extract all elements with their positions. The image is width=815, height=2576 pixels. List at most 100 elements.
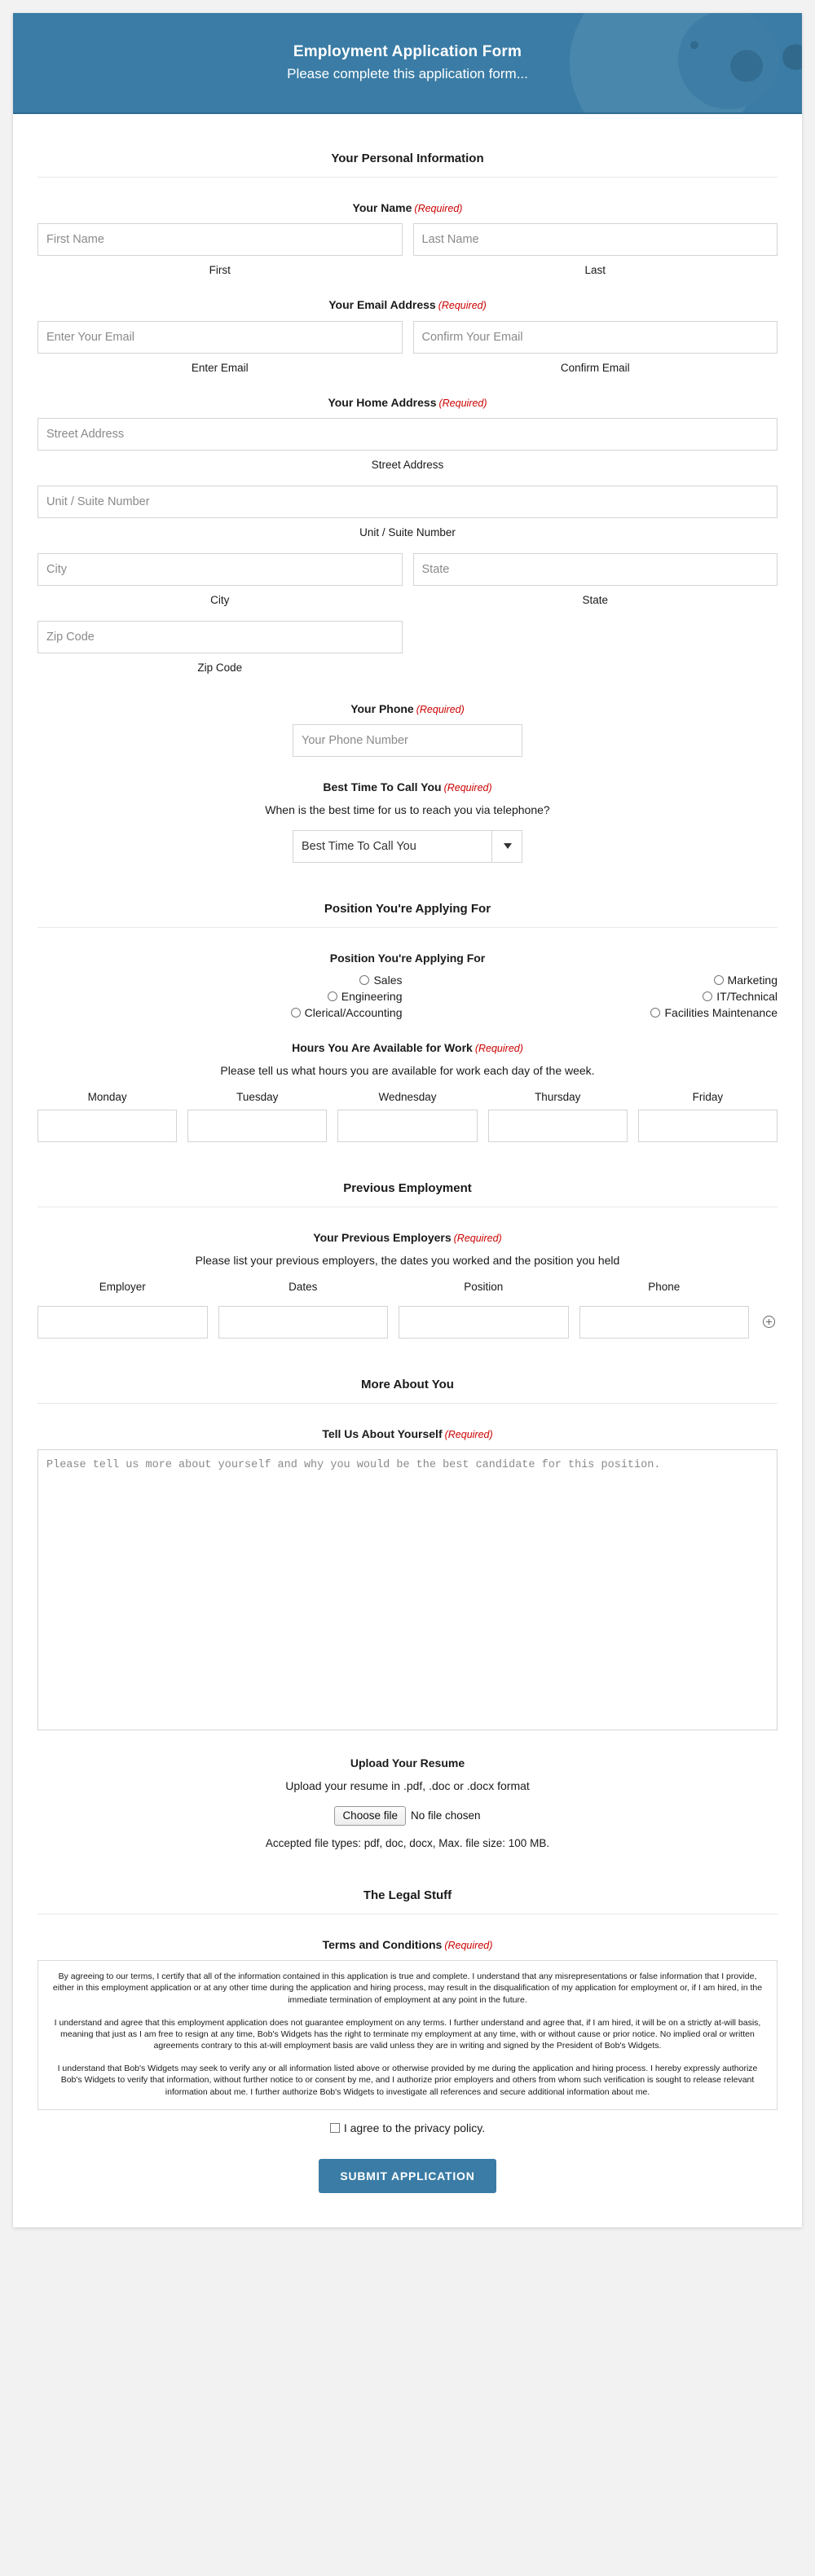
checkbox-icon[interactable]: [329, 2122, 340, 2133]
first-name-sublabel: First: [209, 264, 231, 277]
label-previous-employers-text: Your Previous Employers: [313, 1230, 452, 1244]
privacy-policy-agree-row[interactable]: I agree to the privacy policy.: [37, 2121, 778, 2134]
phone-input-wrap: [293, 724, 522, 757]
state-input[interactable]: [412, 552, 778, 586]
confirm-email-col: Confirm Email: [412, 320, 778, 374]
hours-cell-wednesday: Wednesday: [337, 1091, 478, 1142]
field-upload-resume: Upload Your Resume Upload your resume in…: [37, 1756, 778, 1849]
radio-circle-icon[interactable]: [713, 975, 724, 986]
position-radio-grid: Sales Engineering Clerical/Accounting Ma…: [37, 974, 778, 1019]
state-sublabel: State: [582, 593, 609, 606]
radio-label: Facilities Maintenance: [664, 1006, 778, 1020]
field-hours-available: Hours You Are Available for Work (Require…: [37, 1040, 778, 1142]
phone-input[interactable]: [293, 724, 522, 757]
last-name-col: Last: [412, 223, 778, 276]
hours-input-wednesday[interactable]: [337, 1109, 478, 1142]
street-address-input[interactable]: [37, 417, 778, 451]
terms-scroll-box[interactable]: By agreeing to our terms, I certify that…: [37, 1960, 778, 2110]
street-address-sublabel: Street Address: [371, 458, 444, 471]
required-tag: (Required): [443, 782, 492, 793]
required-tag: (Required): [444, 1428, 493, 1440]
first-name-input[interactable]: [37, 223, 403, 257]
confirm-email-input[interactable]: [412, 320, 778, 354]
confirm-email-sublabel: Confirm Email: [560, 361, 630, 374]
radio-option-it-technical[interactable]: IT/Technical: [703, 990, 778, 1003]
employer-phone-input[interactable]: [579, 1305, 749, 1339]
employer-position-input[interactable]: [399, 1305, 569, 1339]
zip-col: Zip Code: [37, 620, 403, 674]
required-tag: (Required): [474, 1043, 523, 1055]
radio-circle-icon[interactable]: [290, 1008, 301, 1018]
label-your-phone-text: Your Phone: [350, 701, 414, 715]
add-employer-row-button[interactable]: [760, 1316, 778, 1329]
radio-option-sales[interactable]: Sales: [359, 974, 403, 987]
label-your-email-text: Your Email Address: [328, 298, 436, 312]
radio-circle-icon[interactable]: [650, 1008, 661, 1018]
file-upload-control[interactable]: Choose file No file chosen: [37, 1805, 778, 1826]
form-body: Your Personal Information Your Name (Requ…: [13, 114, 802, 2193]
upload-file-note: Accepted file types: pdf, doc, docx, Max…: [265, 1836, 550, 1849]
terms-paragraph: I understand and agree that this employm…: [54, 2017, 761, 2051]
hours-input-friday[interactable]: [637, 1109, 778, 1142]
hours-cell-monday: Monday: [37, 1091, 178, 1142]
section-heading-position: Position You're Applying For: [37, 902, 778, 928]
label-hours-available-text: Hours You Are Available for Work: [292, 1041, 473, 1055]
column-header-position: Position: [464, 1280, 504, 1293]
field-position-applying-for: Position You're Applying For Sales Engin…: [37, 951, 778, 1019]
section-heading-previous-employment: Previous Employment: [37, 1181, 778, 1207]
day-header: Thursday: [535, 1090, 581, 1103]
best-time-select-value[interactable]: Best Time To Call You: [293, 829, 522, 863]
employer-name-input[interactable]: [37, 1305, 208, 1339]
label-your-email: Your Email Address (Required): [37, 297, 778, 312]
radio-circle-icon[interactable]: [703, 991, 713, 1002]
section-heading-more-about-you: More About You: [37, 1378, 778, 1404]
hours-input-monday[interactable]: [37, 1109, 178, 1142]
city-input[interactable]: [37, 552, 403, 586]
hours-cell-thursday: Thursday: [487, 1090, 628, 1142]
required-tag: (Required): [444, 1939, 493, 1951]
hours-day-grid: Monday Tuesday Wednesday Thursday Friday: [37, 1091, 778, 1142]
radio-circle-icon[interactable]: [327, 991, 337, 1002]
field-previous-employers: Your Previous Employers (Required) Please…: [37, 1230, 778, 1339]
submit-row: SUBMIT APPLICATION: [37, 2158, 778, 2193]
plus-circle-icon[interactable]: [762, 1316, 775, 1329]
radio-option-facilities-maintenance[interactable]: Facilities Maintenance: [650, 1006, 778, 1019]
employer-name-cell: [37, 1305, 208, 1339]
email-input[interactable]: [37, 320, 403, 354]
hours-input-tuesday[interactable]: [187, 1109, 328, 1142]
submit-application-button[interactable]: SUBMIT APPLICATION: [319, 2158, 496, 2193]
hours-description: Please tell us what hours you are availa…: [220, 1064, 595, 1078]
choose-file-button[interactable]: Choose file: [334, 1805, 406, 1826]
radio-label: IT/Technical: [716, 990, 778, 1004]
previous-employers-description: Please list your previous employers, the…: [195, 1254, 620, 1268]
radio-label: Engineering: [341, 990, 403, 1004]
day-header: Friday: [692, 1090, 724, 1103]
radio-label: Clerical/Accounting: [304, 1006, 403, 1020]
field-your-email: Your Email Address(Required) Enter Email…: [37, 297, 778, 374]
chevron-down-icon[interactable]: [491, 829, 522, 863]
employer-phone-cell: [579, 1305, 749, 1339]
radio-circle-icon[interactable]: [359, 975, 370, 986]
radio-option-marketing[interactable]: Marketing: [713, 974, 778, 987]
employer-row: [37, 1305, 778, 1339]
employer-dates-input[interactable]: [218, 1305, 388, 1339]
field-tell-us-about-yourself: Tell Us About Yourself (Required): [37, 1426, 778, 1734]
last-name-input[interactable]: [412, 223, 778, 257]
required-tag: (Required): [438, 300, 487, 312]
label-home-address: Your Home Address (Required): [37, 395, 778, 410]
city-sublabel: City: [210, 593, 230, 606]
radio-option-engineering[interactable]: Engineering: [327, 990, 403, 1004]
application-form-card: Employment Application Form Please compl…: [13, 13, 802, 2227]
day-header: Tuesday: [236, 1090, 279, 1103]
hours-input-thursday[interactable]: [487, 1109, 628, 1142]
first-name-col: First: [37, 223, 403, 276]
about-yourself-textarea[interactable]: [37, 1448, 778, 1730]
radio-option-clerical-accounting[interactable]: Clerical/Accounting: [290, 1006, 403, 1020]
unit-suite-input[interactable]: [37, 485, 778, 518]
city-col: City: [37, 552, 403, 606]
field-your-name: Your Name(Required) First Last: [37, 200, 778, 276]
zip-code-input[interactable]: [37, 620, 403, 653]
terms-paragraph: I understand that Bob's Widgets may seek…: [57, 2064, 758, 2097]
best-time-select[interactable]: Best Time To Call You: [293, 829, 522, 863]
employer-position-cell: [399, 1305, 569, 1339]
